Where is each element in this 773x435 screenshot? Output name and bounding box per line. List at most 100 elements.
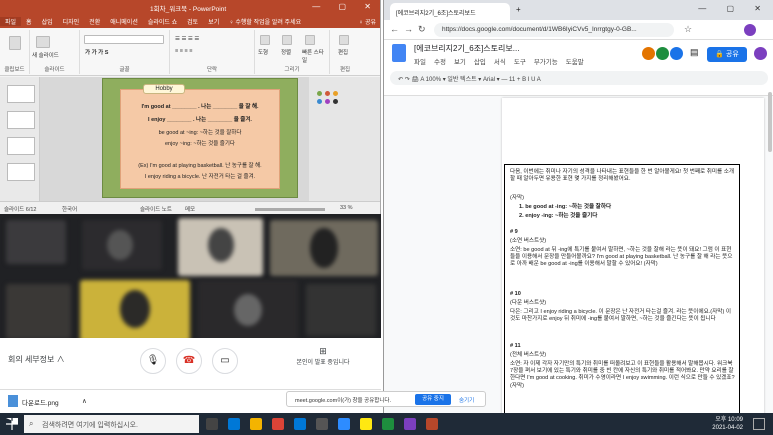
chevron-up-icon[interactable]: ∧	[82, 397, 87, 405]
menu-format[interactable]: 서식	[494, 56, 506, 66]
docs-logo-icon[interactable]	[392, 44, 406, 62]
doc-paragraph[interactable]: 다은: 그리고 I enjoy riding a bicycle. 이 문장은 …	[510, 309, 735, 323]
doc-list-item[interactable]: 1. be good at -ing: ~하는 것을 잘하다	[519, 204, 735, 211]
menu-view[interactable]: 보기	[454, 56, 466, 66]
arrange-icon[interactable]	[282, 35, 292, 45]
taskbar-clock[interactable]: 오후 10:09 2021-04-02	[712, 416, 743, 432]
list-icon[interactable]: ☰ ☰ ☰ ☰	[175, 36, 199, 42]
menu-tools[interactable]: 도구	[514, 56, 526, 66]
arrange-button[interactable]: 정렬	[281, 48, 291, 56]
ppt-tab-file[interactable]: 파일	[0, 17, 22, 26]
new-tab-icon[interactable]: +	[516, 5, 521, 14]
doc-paragraph[interactable]: 다음, 이번에는 취미나 자기의 성격을 나타내는 표현들을 한 번 알아볼게요…	[510, 169, 735, 183]
ppt-tab-insert[interactable]: 삽입	[37, 17, 58, 26]
collaborator-avatar[interactable]	[642, 47, 655, 60]
participant-tile[interactable]	[80, 280, 190, 342]
slide-thumbnail[interactable]	[7, 137, 35, 155]
app-icon[interactable]	[404, 418, 416, 430]
doc-paragraph[interactable]: (소연 버스트샷)	[510, 238, 735, 245]
color-dot[interactable]	[333, 99, 338, 104]
chrome-icon[interactable]	[272, 418, 284, 430]
participant-tile[interactable]	[82, 220, 162, 270]
doc-scene-number[interactable]: # 11	[510, 343, 735, 350]
kakaotalk-icon[interactable]	[360, 418, 372, 430]
slide-thumbnail[interactable]	[7, 111, 35, 129]
color-dot[interactable]	[333, 91, 338, 96]
ppt-tab-slideshow[interactable]: 슬라이드 쇼	[143, 17, 182, 26]
font-name-box[interactable]	[84, 35, 164, 44]
align-icon[interactable]: ≡ ≡ ≡ ≡	[175, 48, 192, 54]
task-view-icon[interactable]	[206, 418, 218, 430]
meeting-details[interactable]: 회의 세부정보 ∧	[8, 354, 65, 365]
doc-title[interactable]: [에코브리지2기_6조]스토리보...	[414, 43, 519, 54]
shapes-button[interactable]: 도형	[258, 48, 268, 56]
quick-styles-icon[interactable]	[305, 35, 315, 45]
back-icon[interactable]: ←	[390, 24, 399, 34]
docs-toolbar[interactable]: ↶ ↷ 🖨 A 100% ▾ 일반 텍스트 ▾ Arial ▾ — 11 + B…	[390, 71, 768, 85]
app-icon[interactable]	[382, 418, 394, 430]
ruler[interactable]	[384, 88, 773, 96]
edge-icon[interactable]	[228, 418, 240, 430]
ppt-tab-design[interactable]: 디자인	[58, 17, 85, 26]
current-slide[interactable]: Hobby I'm good at ________ . 나는 ________…	[102, 78, 298, 198]
new-slide-icon[interactable]	[36, 36, 50, 48]
ppt-tell-me[interactable]: ♀ 수행할 작업을 알려 주세요	[224, 17, 306, 26]
color-dot[interactable]	[325, 91, 330, 96]
ppt-tab-transitions[interactable]: 전환	[84, 17, 105, 26]
doc-paragraph[interactable]: 소연: be good at 뒤 -ing에 특기를 붙여서 말하면, ~하는 …	[510, 247, 735, 269]
account-avatar[interactable]	[754, 47, 767, 60]
mail-icon[interactable]	[316, 418, 328, 430]
color-dot[interactable]	[325, 99, 330, 104]
shapes-icon[interactable]	[260, 35, 270, 45]
ppt-window-controls[interactable]: — ▢ ✕	[312, 2, 379, 11]
menu-insert[interactable]: 삽입	[474, 56, 486, 66]
reload-icon[interactable]: ↻	[418, 24, 426, 35]
doc-scene-number[interactable]: # 10	[510, 291, 735, 298]
chrome-window-controls[interactable]: — ▢ ✕	[698, 4, 770, 13]
participant-tile[interactable]	[306, 284, 376, 336]
doc-paragraph[interactable]: (자막)	[510, 195, 735, 202]
menu-file[interactable]: 파일	[414, 56, 426, 66]
slide-thumbnail[interactable]	[7, 163, 35, 181]
collaborator-avatar[interactable]	[670, 47, 683, 60]
slide-thumbnails[interactable]	[0, 77, 40, 201]
star-icon[interactable]: ☆	[684, 24, 692, 35]
doc-paragraph[interactable]: (전체 버스트샷)	[510, 352, 735, 359]
script-table[interactable]: 다음, 이번에는 취미나 자기의 성격을 나타내는 표현들을 한 번 알아볼게요…	[504, 164, 740, 413]
participant-tile[interactable]	[198, 280, 298, 340]
mic-button[interactable]: 🎙	[140, 348, 166, 374]
comment-icon[interactable]: ▤	[690, 47, 699, 58]
ppt-tab-view[interactable]: 보기	[203, 17, 224, 26]
url-field[interactable]: https://docs.google.com/document/d/1WB6I…	[434, 23, 674, 37]
bold-icon[interactable]: 가 가 가 S	[85, 48, 108, 56]
zoom-slider[interactable]	[255, 208, 325, 211]
ppt-tab-review[interactable]: 검토	[182, 17, 203, 26]
participant-tile[interactable]	[178, 218, 263, 276]
scrollbar[interactable]	[768, 92, 772, 152]
zoom-level[interactable]: 33 %	[340, 205, 353, 211]
doc-list-item[interactable]: 2. enjoy -ing: ~하는 것을 즐기다	[519, 213, 735, 220]
slide-thumbnail[interactable]	[7, 85, 35, 103]
comments-button[interactable]: 메모	[185, 205, 195, 213]
presenting-indicator[interactable]: ⊞ 본인이 발표 중입니다	[268, 346, 378, 366]
ppt-tab-animations[interactable]: 애니메이션	[105, 17, 143, 26]
menu-addons[interactable]: 부가기능	[534, 56, 558, 66]
color-dot[interactable]	[317, 91, 322, 96]
store-icon[interactable]	[294, 418, 306, 430]
ppt-tab-home[interactable]: 홈	[21, 17, 37, 26]
color-dot[interactable]	[317, 99, 322, 104]
doc-paragraph[interactable]: (다운 버스트샷)	[510, 300, 735, 307]
search-icon[interactable]	[339, 35, 349, 45]
participant-tile[interactable]	[270, 220, 378, 276]
new-slide-button[interactable]: 새 슬라이드	[32, 51, 59, 59]
quick-styles-button[interactable]: 빠른 스타일	[302, 48, 328, 64]
participant-tile[interactable]	[6, 284, 71, 339]
doc-scene-number[interactable]: # 9	[510, 229, 735, 236]
ppt-share-button[interactable]: ♀ 공유	[354, 17, 380, 26]
end-call-button[interactable]: ☎	[176, 348, 202, 374]
taskbar-search[interactable]: ⌕ 검색하려면 여기에 입력하십시오.	[24, 415, 199, 433]
windows-start-icon[interactable]	[6, 418, 18, 430]
powerpoint-icon[interactable]	[426, 418, 438, 430]
file-explorer-icon[interactable]	[250, 418, 262, 430]
profile-avatar[interactable]	[744, 24, 756, 36]
